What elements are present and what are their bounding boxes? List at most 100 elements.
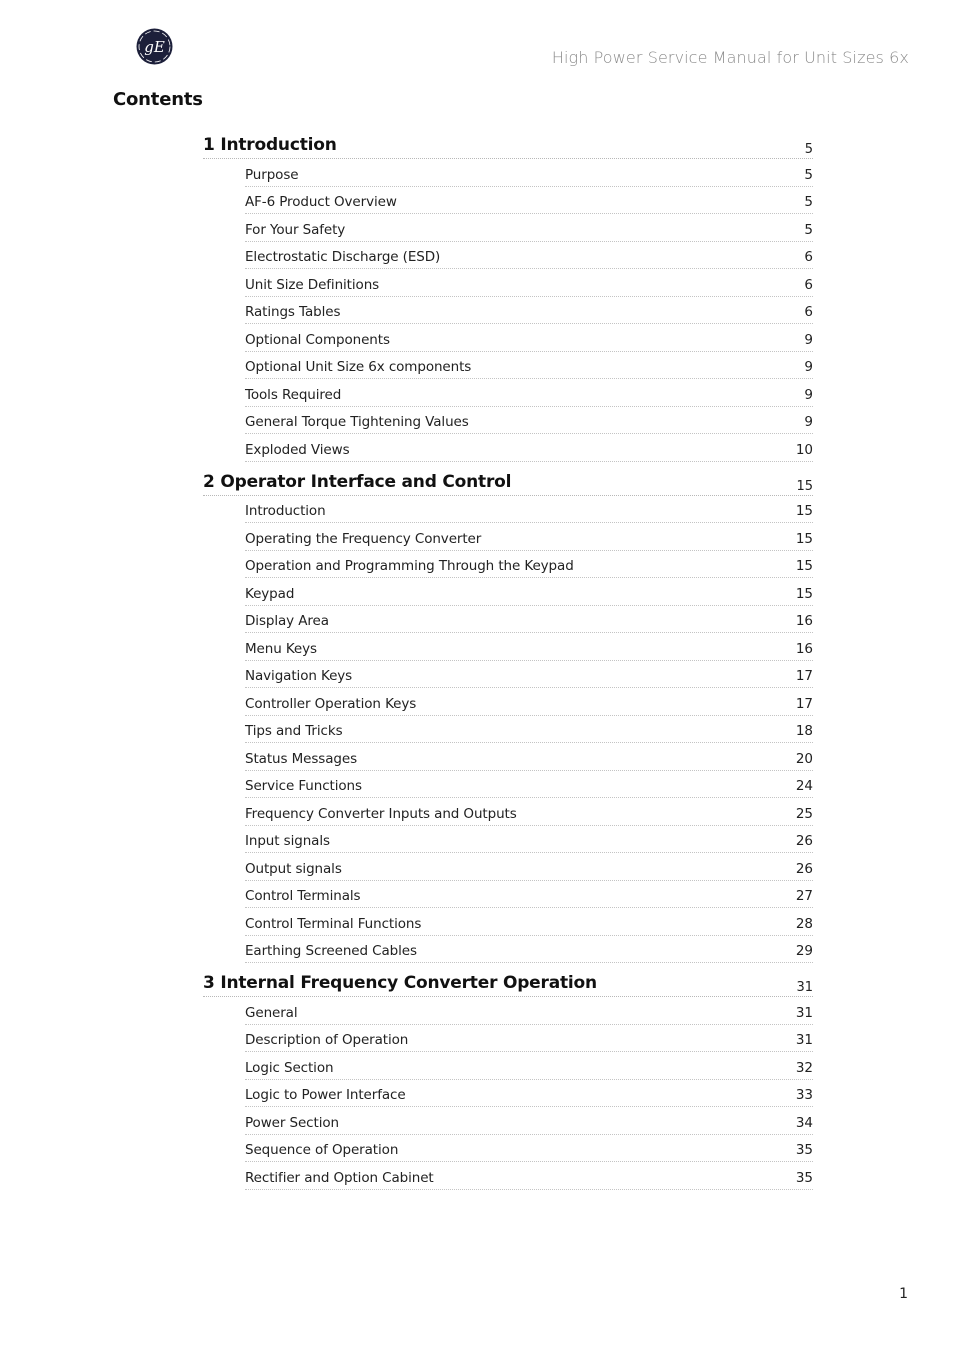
toc-entry[interactable]: Frequency Converter Inputs and Outputs 25 bbox=[245, 798, 813, 826]
toc-entry-page-number[interactable]: 18 bbox=[796, 722, 813, 742]
toc-entry-page-number[interactable]: 9 bbox=[804, 386, 813, 406]
toc-entry[interactable]: Tools Required 9 bbox=[245, 379, 813, 407]
toc-entry-page-number[interactable]: 9 bbox=[804, 358, 813, 378]
toc-entry-title[interactable]: Menu Keys bbox=[245, 640, 317, 660]
toc-entry-title[interactable]: Tools Required bbox=[245, 386, 341, 406]
toc-entry[interactable]: Controller Operation Keys 17 bbox=[245, 688, 813, 716]
toc-entry-title[interactable]: Service Functions bbox=[245, 777, 362, 797]
toc-entry[interactable]: Keypad 15 bbox=[245, 578, 813, 606]
toc-entry-page-number[interactable]: 16 bbox=[796, 640, 813, 660]
toc-entry-page-number[interactable]: 34 bbox=[796, 1114, 813, 1134]
toc-entry-title[interactable]: Description of Operation bbox=[245, 1031, 408, 1051]
toc-entry-title[interactable]: AF-6 Product Overview bbox=[245, 193, 397, 213]
toc-entry[interactable]: Optional Unit Size 6x components 9 bbox=[245, 352, 813, 379]
toc-chapter-row[interactable]: 3 Internal Frequency Converter Operation… bbox=[203, 972, 813, 997]
toc-entry-page-number[interactable]: 6 bbox=[804, 248, 813, 268]
toc-entry-page-number[interactable]: 25 bbox=[796, 805, 813, 825]
toc-entry-title[interactable]: General bbox=[245, 1004, 298, 1024]
toc-entry-title[interactable]: Rectifier and Option Cabinet bbox=[245, 1169, 434, 1189]
toc-chapter-row[interactable]: 1 Introduction 5 bbox=[203, 134, 813, 159]
toc-entry-title[interactable]: Sequence of Operation bbox=[245, 1141, 398, 1161]
toc-entry-title[interactable]: Exploded Views bbox=[245, 441, 350, 461]
toc-entry-title[interactable]: Display Area bbox=[245, 612, 329, 632]
toc-entry-title[interactable]: Control Terminal Functions bbox=[245, 915, 421, 935]
toc-entry-title[interactable]: Introduction bbox=[245, 502, 326, 522]
toc-entry-page-number[interactable]: 31 bbox=[796, 1004, 813, 1024]
toc-entry-title[interactable]: Status Messages bbox=[245, 750, 357, 770]
toc-entry-title[interactable]: Electrostatic Discharge (ESD) bbox=[245, 248, 440, 268]
toc-entry[interactable]: Operating the Frequency Converter 15 bbox=[245, 523, 813, 551]
toc-entry-page-number[interactable]: 28 bbox=[796, 915, 813, 935]
toc-entry[interactable]: Sequence of Operation 35 bbox=[245, 1135, 813, 1162]
toc-entry-page-number[interactable]: 6 bbox=[804, 303, 813, 323]
toc-entry-page-number[interactable]: 27 bbox=[796, 887, 813, 907]
toc-entry[interactable]: Electrostatic Discharge (ESD) 6 bbox=[245, 242, 813, 269]
toc-entry-page-number[interactable]: 20 bbox=[796, 750, 813, 770]
toc-entry-title[interactable]: Frequency Converter Inputs and Outputs bbox=[245, 805, 517, 825]
toc-entry-title[interactable]: Power Section bbox=[245, 1114, 339, 1134]
toc-entry[interactable]: Service Functions 24 bbox=[245, 771, 813, 798]
toc-entry-title[interactable]: Input signals bbox=[245, 832, 330, 852]
toc-entry[interactable]: Exploded Views 10 bbox=[245, 434, 813, 462]
toc-entry-page-number[interactable]: 29 bbox=[796, 942, 813, 962]
toc-entry[interactable]: Display Area 16 bbox=[245, 606, 813, 633]
toc-entry[interactable]: Status Messages 20 bbox=[245, 743, 813, 771]
toc-entry[interactable]: General 31 bbox=[245, 997, 813, 1025]
toc-entry[interactable]: Operation and Programming Through the Ke… bbox=[245, 551, 813, 578]
toc-entry-title[interactable]: Operation and Programming Through the Ke… bbox=[245, 557, 574, 577]
toc-entry-page-number[interactable]: 5 bbox=[804, 166, 813, 186]
chapter-page-number[interactable]: 5 bbox=[805, 142, 813, 158]
toc-entry-title[interactable]: Navigation Keys bbox=[245, 667, 352, 687]
toc-entry[interactable]: Purpose 5 bbox=[245, 159, 813, 187]
toc-entry[interactable]: Input signals 26 bbox=[245, 826, 813, 853]
toc-entry[interactable]: Ratings Tables 6 bbox=[245, 297, 813, 324]
toc-entry-title[interactable]: Unit Size Definitions bbox=[245, 276, 379, 296]
chapter-title[interactable]: 3 Internal Frequency Converter Operation bbox=[203, 972, 597, 996]
toc-entry-page-number[interactable]: 17 bbox=[796, 667, 813, 687]
toc-entry[interactable]: Control Terminal Functions 28 bbox=[245, 908, 813, 936]
toc-entry-title[interactable]: Logic Section bbox=[245, 1059, 334, 1079]
toc-entry[interactable]: Unit Size Definitions 6 bbox=[245, 269, 813, 297]
toc-entry-page-number[interactable]: 26 bbox=[796, 832, 813, 852]
toc-entry-page-number[interactable]: 16 bbox=[796, 612, 813, 632]
toc-entry-title[interactable]: Control Terminals bbox=[245, 887, 361, 907]
toc-entry-page-number[interactable]: 9 bbox=[804, 331, 813, 351]
toc-entry[interactable]: For Your Safety 5 bbox=[245, 214, 813, 242]
toc-entry[interactable]: Menu Keys 16 bbox=[245, 633, 813, 661]
toc-entry-page-number[interactable]: 35 bbox=[796, 1169, 813, 1189]
toc-entry-page-number[interactable]: 24 bbox=[796, 777, 813, 797]
toc-entry-title[interactable]: Logic to Power Interface bbox=[245, 1086, 406, 1106]
toc-entry[interactable]: Description of Operation 31 bbox=[245, 1025, 813, 1052]
toc-entry[interactable]: Introduction 15 bbox=[245, 496, 813, 523]
toc-entry-title[interactable]: Optional Unit Size 6x components bbox=[245, 358, 471, 378]
toc-entry-title[interactable]: Ratings Tables bbox=[245, 303, 341, 323]
toc-entry-page-number[interactable]: 15 bbox=[796, 585, 813, 605]
toc-entry[interactable]: Logic to Power Interface 33 bbox=[245, 1080, 813, 1107]
toc-entry-title[interactable]: General Torque Tightening Values bbox=[245, 413, 469, 433]
toc-entry[interactable]: AF-6 Product Overview 5 bbox=[245, 187, 813, 214]
toc-entry-page-number[interactable]: 5 bbox=[804, 221, 813, 241]
toc-entry[interactable]: Logic Section 32 bbox=[245, 1052, 813, 1080]
toc-entry[interactable]: Output signals 26 bbox=[245, 853, 813, 881]
toc-entry-page-number[interactable]: 26 bbox=[796, 860, 813, 880]
toc-entry-title[interactable]: Earthing Screened Cables bbox=[245, 942, 417, 962]
toc-entry-title[interactable]: Operating the Frequency Converter bbox=[245, 530, 481, 550]
toc-entry[interactable]: Control Terminals 27 bbox=[245, 881, 813, 908]
toc-entry[interactable]: Navigation Keys 17 bbox=[245, 661, 813, 688]
toc-entry-page-number[interactable]: 15 bbox=[796, 530, 813, 550]
toc-entry-page-number[interactable]: 5 bbox=[804, 193, 813, 213]
toc-entry-title[interactable]: Keypad bbox=[245, 585, 294, 605]
toc-chapter-row[interactable]: 2 Operator Interface and Control 15 bbox=[203, 471, 813, 496]
toc-entry[interactable]: Rectifier and Option Cabinet 35 bbox=[245, 1162, 813, 1190]
toc-entry-title[interactable]: Optional Components bbox=[245, 331, 390, 351]
toc-entry-page-number[interactable]: 6 bbox=[804, 276, 813, 296]
toc-entry-page-number[interactable]: 31 bbox=[796, 1031, 813, 1051]
toc-entry[interactable]: General Torque Tightening Values 9 bbox=[245, 407, 813, 434]
toc-entry-title[interactable]: Output signals bbox=[245, 860, 342, 880]
toc-entry-page-number[interactable]: 15 bbox=[796, 502, 813, 522]
toc-entry-title[interactable]: Purpose bbox=[245, 166, 299, 186]
chapter-title[interactable]: 1 Introduction bbox=[203, 134, 337, 158]
toc-entry-title[interactable]: Tips and Tricks bbox=[245, 722, 343, 742]
chapter-page-number[interactable]: 15 bbox=[796, 479, 813, 495]
toc-entry-title[interactable]: For Your Safety bbox=[245, 221, 345, 241]
